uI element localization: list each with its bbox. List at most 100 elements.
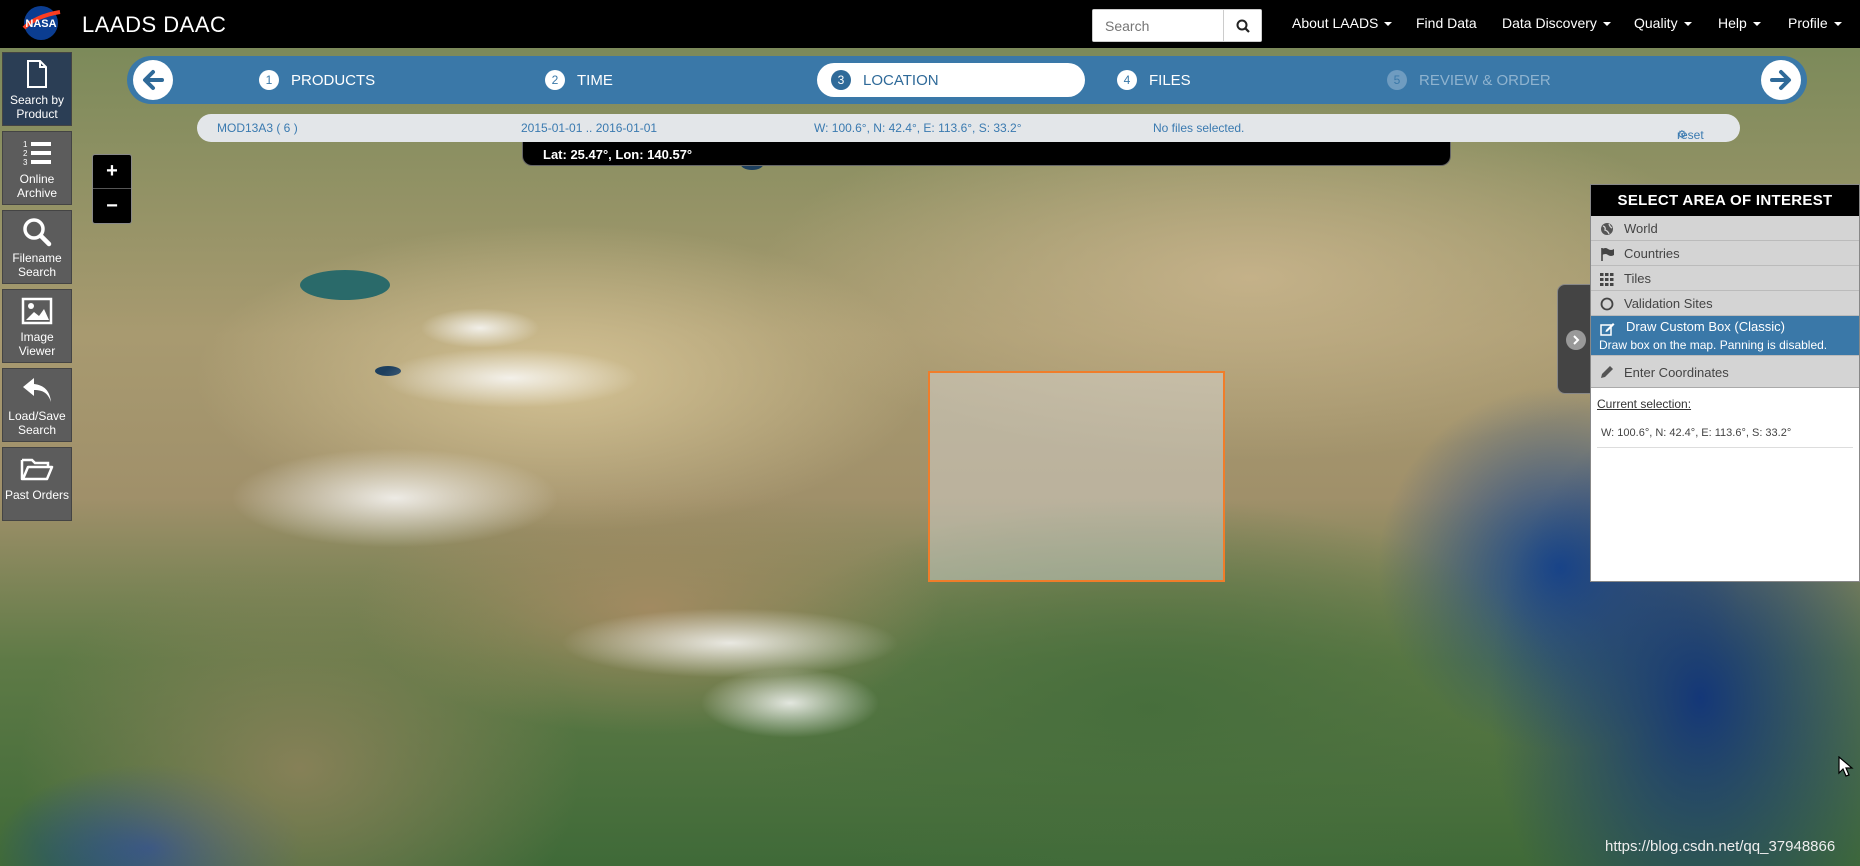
step-label: LOCATION [863, 71, 939, 89]
aoi-option-countries[interactable]: Countries [1591, 241, 1859, 266]
caret-down-icon [1752, 22, 1761, 27]
selected-area-box[interactable] [928, 371, 1225, 582]
caret-down-icon [1683, 22, 1692, 27]
snow-cover [560, 608, 900, 678]
nav-about-laads[interactable]: About LAADS [1292, 15, 1393, 31]
aoi-option-validation-sites[interactable]: Validation Sites [1591, 291, 1859, 316]
step-label: TIME [577, 71, 613, 89]
summary-files[interactable]: No files selected. [1153, 121, 1244, 135]
current-selection-label: Current selection: [1597, 397, 1692, 411]
cursor-coordinates-bar: Lat: 25.47°, Lon: 140.57° [522, 142, 1451, 166]
option-label: Validation Sites [1624, 296, 1713, 311]
summary-product[interactable]: MOD13A3 ( 6 ) [217, 121, 298, 135]
nasa-logo[interactable]: NASA [20, 4, 62, 42]
tool-online-archive[interactable]: 1 2 3 Online Archive [2, 131, 72, 205]
folder-icon [20, 458, 54, 481]
step-products[interactable]: 1 PRODUCTS [259, 63, 419, 97]
summary-bbox[interactable]: W: 100.6°, N: 42.4°, E: 113.6°, S: 33.2° [814, 121, 1022, 135]
top-navbar: NASA LAADS DAAC About LAADS Find Data Da… [0, 0, 1860, 48]
nav-label: Data Discovery [1502, 15, 1597, 31]
step-location[interactable]: 3 LOCATION [817, 63, 1085, 97]
option-label: World [1624, 221, 1658, 236]
zoom-out-button[interactable]: − [93, 189, 131, 223]
globe-icon [1599, 221, 1615, 237]
tool-label: Past Orders [4, 488, 70, 502]
snow-cover [700, 668, 880, 738]
tool-load-save-search[interactable]: Load/Save Search [2, 368, 72, 442]
arrow-right-icon [1770, 70, 1791, 90]
step-label: REVIEW & ORDER [1419, 71, 1551, 89]
step-number: 4 [1117, 70, 1137, 90]
step-number: 5 [1387, 70, 1407, 90]
edit-icon [1599, 321, 1615, 337]
zoom-in-button[interactable]: + [93, 155, 131, 189]
nav-find-data[interactable]: Find Data [1416, 15, 1477, 31]
grid-icon [1599, 271, 1615, 287]
search-icon [1236, 19, 1250, 33]
aoi-panel-toggle[interactable] [1557, 284, 1591, 394]
svg-text:NASA: NASA [25, 18, 56, 30]
nav-label: Help [1718, 15, 1747, 31]
step-files[interactable]: 4 FILES [1117, 63, 1257, 97]
tool-label: Search by Product [9, 93, 65, 121]
watermark-url: https://blog.csdn.net/qq_37948866 [1605, 838, 1836, 855]
caret-down-icon [1384, 22, 1393, 27]
current-selection-value: W: 100.6°, N: 42.4°, E: 113.6°, S: 33.2° [1601, 427, 1792, 439]
lake [300, 270, 390, 300]
aoi-option-tiles[interactable]: Tiles [1591, 266, 1859, 291]
next-step-button[interactable] [1761, 60, 1801, 100]
circle-icon [1599, 296, 1615, 312]
option-hint: Draw box on the map. Panning is disabled… [1599, 338, 1828, 352]
site-search [1092, 9, 1262, 42]
search-input[interactable] [1093, 10, 1223, 41]
aoi-option-world[interactable]: World [1591, 216, 1859, 241]
tool-label: Filename Search [12, 251, 62, 279]
tool-label: Online Archive [16, 172, 57, 200]
step-review-order: 5 REVIEW & ORDER [1387, 63, 1577, 97]
snow-cover [380, 348, 640, 408]
svg-text:2: 2 [23, 149, 28, 158]
site-brand[interactable]: LAADS DAAC [82, 12, 226, 38]
zoom-control: + − [92, 154, 132, 224]
option-label: Enter Coordinates [1624, 365, 1729, 380]
nav-profile[interactable]: Profile [1788, 15, 1842, 31]
tool-label: Image Viewer [18, 330, 56, 358]
nav-label: Quality [1634, 15, 1678, 31]
image-icon [21, 297, 53, 325]
tool-past-orders[interactable]: Past Orders [2, 447, 72, 521]
aoi-option-enter-coordinates[interactable]: Enter Coordinates [1591, 356, 1859, 388]
tool-image-viewer[interactable]: Image Viewer [2, 289, 72, 363]
selection-summary-bar: MOD13A3 ( 6 ) 2015-01-01 .. 2016-01-01 W… [197, 114, 1740, 142]
nav-label: Profile [1788, 15, 1828, 31]
nav-label: Find Data [1416, 15, 1477, 31]
nav-quality[interactable]: Quality [1634, 15, 1692, 31]
summary-dates[interactable]: 2015-01-01 .. 2016-01-01 [521, 121, 657, 135]
prev-step-button[interactable] [133, 60, 173, 100]
nav-data-discovery[interactable]: Data Discovery [1502, 15, 1611, 31]
step-number: 2 [545, 70, 565, 90]
chevron-right-icon [1566, 330, 1586, 350]
snow-cover [230, 448, 560, 548]
option-label: Draw Custom Box (Classic) [1626, 319, 1785, 334]
app-root: NASA LAADS DAAC About LAADS Find Data Da… [0, 0, 1860, 866]
reset-label: reset [1677, 128, 1704, 142]
snow-cover [420, 308, 540, 348]
flag-icon [1599, 246, 1615, 262]
divider [1597, 447, 1853, 448]
option-label: Countries [1624, 246, 1680, 261]
step-time[interactable]: 2 TIME [545, 63, 685, 97]
nav-help[interactable]: Help [1718, 15, 1761, 31]
tool-search-by-product[interactable]: Search by Product [2, 52, 72, 126]
reply-icon [23, 378, 51, 402]
cursor-coordinates: Lat: 25.47°, Lon: 140.57° [543, 147, 693, 162]
tool-filename-search[interactable]: Filename Search [2, 210, 72, 284]
search-button[interactable] [1223, 10, 1261, 41]
search-icon [23, 218, 52, 247]
nav-label: About LAADS [1292, 15, 1379, 31]
svg-text:1: 1 [23, 140, 28, 149]
aoi-option-draw-custom-box[interactable]: Draw Custom Box (Classic) Draw box on th… [1591, 316, 1859, 356]
mouse-cursor-icon [1838, 756, 1854, 777]
option-label: Tiles [1624, 271, 1651, 286]
pencil-icon [1599, 364, 1615, 380]
step-label: PRODUCTS [291, 71, 376, 89]
